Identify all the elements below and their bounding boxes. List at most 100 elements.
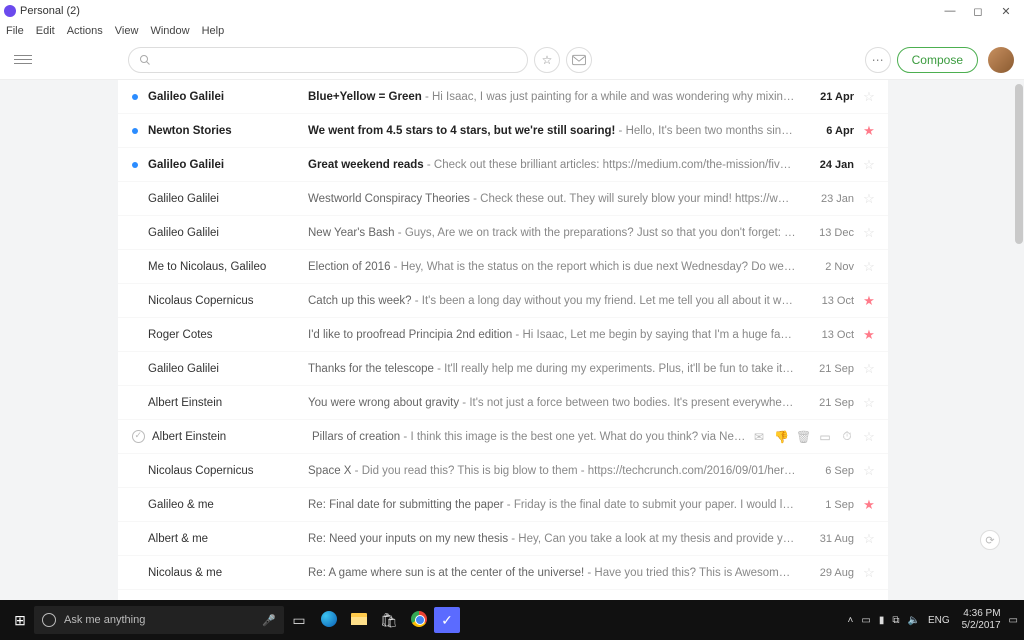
action-center-button[interactable]: ▭ bbox=[1009, 615, 1018, 626]
menu-window[interactable]: Window bbox=[150, 25, 189, 37]
tray-wifi-icon[interactable]: ⧉ bbox=[892, 615, 899, 626]
window-title: Personal (2) bbox=[20, 5, 80, 17]
snooze-icon[interactable]: ⏱ bbox=[840, 429, 854, 444]
email-date: 24 Jan bbox=[804, 159, 854, 171]
star-button[interactable]: ☆ bbox=[860, 361, 878, 377]
mic-icon[interactable]: 🎤 bbox=[262, 614, 276, 627]
email-date: 21 Sep bbox=[804, 397, 854, 409]
compose-button[interactable]: Compose bbox=[897, 47, 978, 73]
star-button[interactable]: ★ bbox=[860, 293, 878, 309]
taskbar-clock[interactable]: 4:36 PM 5/2/2017 bbox=[962, 608, 1001, 632]
email-row[interactable]: Albert EinsteinYou were wrong about grav… bbox=[118, 386, 888, 420]
taskbar-app-chrome[interactable] bbox=[404, 611, 434, 630]
email-row[interactable]: Galileo GalileiWestworld Conspiracy Theo… bbox=[118, 182, 888, 216]
menu-edit[interactable]: Edit bbox=[36, 25, 55, 37]
close-button[interactable]: ✕ bbox=[992, 5, 1020, 18]
star-button[interactable]: ☆ bbox=[860, 157, 878, 173]
email-row[interactable]: Nicolaus & meRe: A game where sun is at … bbox=[118, 556, 888, 590]
tray-battery-icon[interactable]: ▭ bbox=[861, 615, 870, 626]
email-subject: Catch up this week? bbox=[308, 295, 412, 307]
start-button[interactable]: ⊞ bbox=[6, 612, 34, 629]
email-subject: Re: A game where sun is at the center of… bbox=[308, 567, 584, 579]
email-summary: Catch up this week? - It's been a long d… bbox=[308, 295, 796, 307]
email-date: 23 Jan bbox=[804, 193, 854, 205]
hamburger-menu-button[interactable] bbox=[10, 49, 38, 71]
minimize-button[interactable]: — bbox=[936, 5, 964, 17]
email-row[interactable]: Me to Nicolaus, GalileoElection of 2016 … bbox=[118, 250, 888, 284]
email-date: 1 Sep bbox=[804, 499, 854, 511]
tray-chevron-icon[interactable]: ˄ bbox=[848, 615, 854, 626]
tray-volume-icon[interactable]: 🔈 bbox=[907, 615, 919, 626]
account-avatar[interactable] bbox=[988, 47, 1014, 73]
star-button[interactable]: ☆ bbox=[860, 429, 878, 445]
star-button[interactable]: ★ bbox=[860, 327, 878, 343]
system-tray[interactable]: ˄ ▭ ▮ ⧉ 🔈 ENG 4:36 PM 5/2/2017 ▭ bbox=[848, 608, 1018, 632]
tray-language[interactable]: ENG bbox=[928, 615, 950, 626]
email-sender: Me to Nicolaus, Galileo bbox=[148, 261, 308, 273]
email-sender: Albert Einstein bbox=[152, 431, 312, 443]
search-input[interactable] bbox=[151, 53, 517, 67]
unread-dot bbox=[132, 400, 138, 406]
search-box[interactable] bbox=[128, 47, 528, 73]
star-button[interactable]: ☆ bbox=[860, 225, 878, 241]
email-row[interactable]: Albert & meRe: Need your inputs on my ne… bbox=[118, 522, 888, 556]
menu-help[interactable]: Help bbox=[202, 25, 225, 37]
email-row[interactable]: Nicolaus CopernicusSpace X - Did you rea… bbox=[118, 454, 888, 488]
select-checkbox[interactable] bbox=[132, 430, 145, 443]
email-row[interactable]: Galileo GalileiThanks for the telescope … bbox=[118, 352, 888, 386]
taskbar-app-store[interactable]: 🛍 bbox=[374, 612, 404, 629]
email-subject: Pillars of creation bbox=[312, 431, 400, 443]
star-button[interactable]: ☆ bbox=[860, 531, 878, 547]
sync-button[interactable]: ⟳ bbox=[980, 530, 1000, 550]
email-date: 29 Aug bbox=[804, 567, 854, 579]
email-date: 21 Sep bbox=[804, 363, 854, 375]
email-row[interactable]: Roger CotesI'd like to proofread Princip… bbox=[118, 318, 888, 352]
email-row[interactable]: Galileo & meRe: Final date for submittin… bbox=[118, 488, 888, 522]
scrollbar-thumb[interactable] bbox=[1015, 84, 1023, 244]
star-button[interactable]: ☆ bbox=[860, 89, 878, 105]
email-row[interactable]: Albert EinsteinPillars of creation - I t… bbox=[118, 420, 888, 454]
email-preview: - Check out these brilliant articles: ht… bbox=[424, 159, 796, 171]
email-preview: - Have you tried this? This is Awesome!!… bbox=[584, 567, 796, 579]
star-button[interactable]: ★ bbox=[860, 497, 878, 513]
email-row[interactable]: Nicolaus CopernicusCatch up this week? -… bbox=[118, 284, 888, 318]
taskbar-app-edge[interactable] bbox=[314, 611, 344, 630]
email-subject: I'd like to proofread Principia 2nd edit… bbox=[308, 329, 512, 341]
archive-icon[interactable]: ▭ bbox=[818, 430, 832, 444]
tray-network-icon[interactable]: ▮ bbox=[879, 615, 885, 626]
star-button[interactable]: ★ bbox=[860, 123, 878, 139]
menu-file[interactable]: File bbox=[6, 25, 24, 37]
star-button[interactable]: ☆ bbox=[860, 463, 878, 479]
maximize-button[interactable]: ◻ bbox=[964, 5, 992, 18]
taskbar-app-newton[interactable]: ✓ bbox=[434, 607, 460, 633]
menu-actions[interactable]: Actions bbox=[67, 25, 103, 37]
email-row[interactable]: Galileo GalileiNew Year's Bash - Guys, A… bbox=[118, 216, 888, 250]
email-subject: You were wrong about gravity bbox=[308, 397, 459, 409]
mark-read-icon[interactable]: ✉ bbox=[752, 430, 766, 444]
mail-icon bbox=[572, 54, 586, 66]
email-subject: Re: Final date for submitting the paper bbox=[308, 499, 504, 511]
email-sender: Albert Einstein bbox=[148, 397, 308, 409]
scrollbar[interactable] bbox=[1014, 80, 1024, 640]
star-button[interactable]: ☆ bbox=[860, 395, 878, 411]
star-filter-button[interactable]: ☆ bbox=[534, 47, 560, 73]
email-summary: Space X - Did you read this? This is big… bbox=[308, 465, 796, 477]
task-view-button[interactable]: ▭ bbox=[284, 612, 314, 629]
email-preview: - Hey, What is the status on the report … bbox=[390, 261, 796, 273]
email-row[interactable]: Newton StoriesWe went from 4.5 stars to … bbox=[118, 114, 888, 148]
email-row[interactable]: Galileo GalileiBlue+Yellow = Green - Hi … bbox=[118, 80, 888, 114]
menu-view[interactable]: View bbox=[115, 25, 139, 37]
delete-icon[interactable]: 🗑 bbox=[796, 430, 810, 444]
unread-dot bbox=[132, 94, 138, 100]
taskbar-app-explorer[interactable] bbox=[344, 612, 374, 628]
unread-filter-button[interactable] bbox=[566, 47, 592, 73]
email-row[interactable]: Galileo GalileiGreat weekend reads - Che… bbox=[118, 148, 888, 182]
star-button[interactable]: ☆ bbox=[860, 565, 878, 581]
email-preview: - Hello, It's been two months since we m… bbox=[615, 125, 796, 137]
more-button[interactable]: ⋯ bbox=[865, 47, 891, 73]
star-button[interactable]: ☆ bbox=[860, 191, 878, 207]
star-button[interactable]: ☆ bbox=[860, 259, 878, 275]
dislike-icon[interactable]: 👎 bbox=[774, 430, 788, 444]
email-preview: - Check these out. They will surely blow… bbox=[470, 193, 796, 205]
cortana-search[interactable]: Ask me anything 🎤 bbox=[34, 606, 284, 634]
